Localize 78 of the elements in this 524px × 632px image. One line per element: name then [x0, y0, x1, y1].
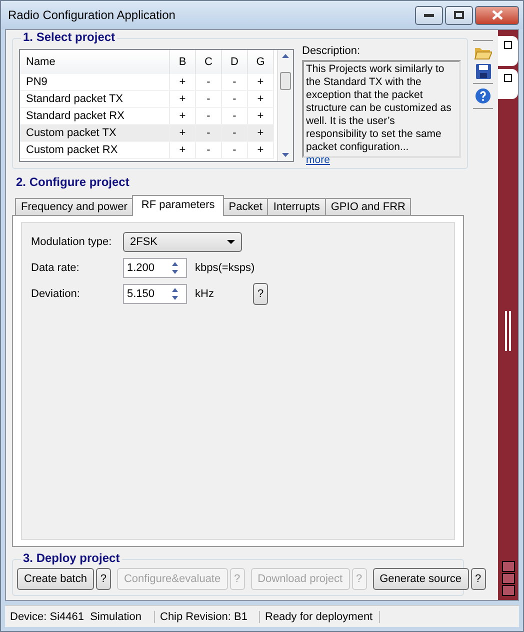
dropdown[interactable]: 2FSK: [123, 232, 242, 252]
table-cell: -: [222, 142, 248, 159]
help-button[interactable]: ?: [470, 568, 486, 590]
project-name-cell[interactable]: Custom packet RX: [20, 142, 170, 159]
side-tab[interactable]: [498, 36, 518, 66]
scroll-up-icon[interactable]: [282, 54, 289, 58]
project-name-cell[interactable]: Standard packet RX: [20, 108, 170, 125]
tab[interactable]: Interrupts: [267, 198, 326, 216]
help-icon[interactable]: [475, 88, 491, 104]
table-cell: +: [170, 108, 196, 125]
status-text: Chip Revision: B1: [155, 610, 260, 622]
table-cell: -: [222, 74, 248, 91]
tab[interactable]: Packet: [222, 198, 268, 216]
table-cell: -: [196, 108, 222, 125]
deploy-button[interactable]: Generate source: [372, 568, 469, 590]
table-cell: -: [222, 125, 248, 142]
table-cell: +: [248, 108, 274, 125]
table-cell: -: [196, 74, 222, 91]
table-cell: -: [196, 125, 222, 142]
project-name-cell[interactable]: Custom packet TX: [20, 125, 170, 142]
table-cell: +: [248, 142, 274, 159]
field-label: Data rate:: [31, 262, 80, 274]
column-header[interactable]: C: [196, 50, 222, 74]
column-header[interactable]: B: [170, 50, 196, 74]
unit-label: kHz: [195, 288, 215, 300]
side-tab[interactable]: [498, 69, 518, 99]
column-header[interactable]: Name: [20, 50, 170, 74]
column-header[interactable]: G: [248, 50, 274, 74]
minimize-icon: [424, 14, 434, 16]
column-header[interactable]: D: [222, 50, 248, 74]
help-button[interactable]: ?: [96, 568, 111, 590]
tab[interactable]: Frequency and power: [15, 198, 134, 216]
more-link[interactable]: more: [306, 154, 330, 167]
minimize-button[interactable]: [415, 6, 443, 24]
table-cell: +: [170, 142, 196, 159]
table-cell: +: [248, 125, 274, 142]
maximize-icon: [454, 11, 464, 19]
table-cell: +: [170, 91, 196, 108]
number-input[interactable]: 5.150: [124, 288, 169, 300]
maximize-button[interactable]: [445, 6, 473, 24]
table-cell: -: [196, 91, 222, 108]
tab[interactable]: RF parameters: [132, 195, 224, 216]
field-label: Deviation:: [31, 288, 81, 300]
status-text: Device: Si4461 Simulation: [5, 610, 155, 622]
grip-icon[interactable]: [505, 311, 511, 351]
deploy-button[interactable]: Create batch: [17, 568, 94, 590]
save-icon[interactable]: [476, 64, 490, 79]
table-cell: +: [170, 125, 196, 142]
panel-button[interactable]: [502, 585, 514, 596]
tab[interactable]: GPIO and FRR: [324, 198, 412, 216]
scroll-thumb[interactable]: [280, 72, 291, 90]
table-cell: +: [170, 74, 196, 91]
help-button[interactable]: ?: [253, 282, 268, 304]
field-label: Modulation type:: [31, 236, 113, 248]
project-name-cell[interactable]: Standard packet TX: [20, 91, 170, 108]
spin-field[interactable]: 1.200: [123, 258, 187, 278]
project-name-cell[interactable]: PN9: [20, 74, 170, 91]
description-text: This Projects work similarly to the Standard TX with the exception that the packet structure can be customized as well. It is the user’s responsibility to set the same packet configuration...: [306, 63, 452, 154]
close-icon: [492, 10, 502, 20]
table-cell: +: [248, 74, 274, 91]
window-title: Radio Configuration Application: [8, 8, 176, 22]
unit-label: kbps(=ksps): [195, 262, 255, 274]
close-button[interactable]: [475, 6, 519, 24]
section-heading: 3. Deploy project: [21, 551, 122, 565]
table-cell: -: [222, 91, 248, 108]
number-input[interactable]: 1.200: [124, 262, 169, 274]
section-heading: 1. Select project: [21, 30, 118, 44]
caret-icon: [227, 240, 235, 244]
table-cell: -: [222, 108, 248, 125]
panel-button[interactable]: [502, 573, 514, 584]
status-text: Ready for deployment: [260, 610, 380, 622]
scroll-down-icon[interactable]: [282, 153, 289, 157]
table-cell: -: [196, 142, 222, 159]
spin-field[interactable]: 5.150: [123, 284, 187, 304]
table-cell: +: [248, 91, 274, 108]
scrollbar[interactable]: [277, 50, 293, 161]
panel-button[interactable]: [502, 561, 514, 572]
description-label: Description:: [302, 45, 362, 57]
